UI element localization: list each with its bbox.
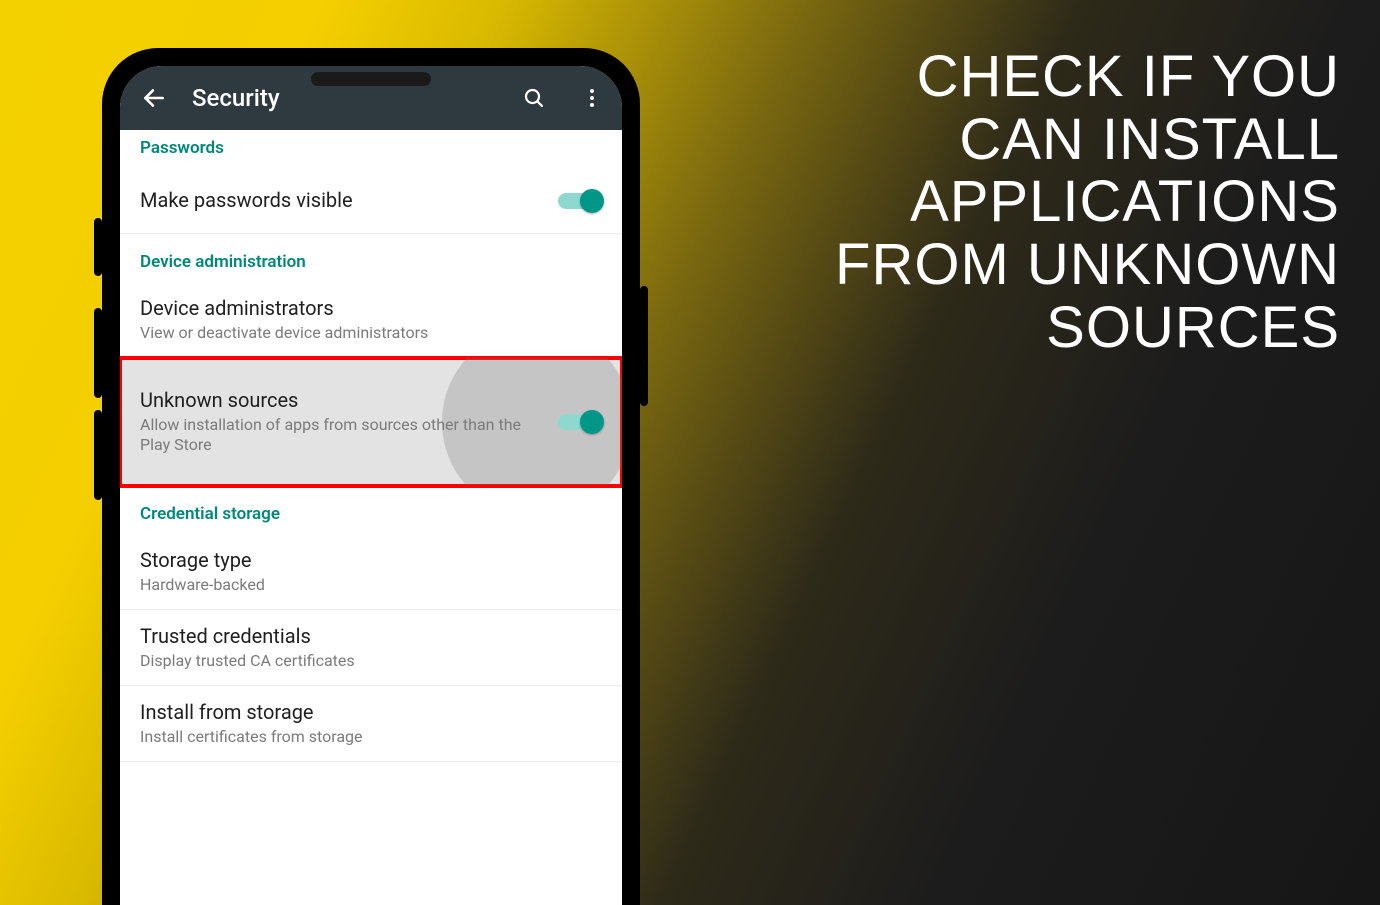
- row-title: Install from storage: [140, 700, 590, 725]
- phone-screen: Security Passwords Make pass: [120, 66, 622, 905]
- appbar: Security: [120, 66, 622, 130]
- back-button[interactable]: [134, 78, 174, 118]
- row-title: Device administrators: [140, 296, 590, 321]
- row-storage-type[interactable]: Storage type Hardware-backed: [120, 534, 622, 610]
- row-title: Storage type: [140, 548, 590, 573]
- row-subtitle: Hardware-backed: [140, 575, 590, 595]
- phone-side-button: [94, 308, 102, 398]
- toggle-unknown-sources[interactable]: [558, 410, 602, 434]
- row-subtitle: Allow installation of apps from sources …: [140, 415, 546, 455]
- phone-side-button: [640, 286, 648, 406]
- headline-text: CHECK IF YOU CAN INSTALL APPLICATIONS FR…: [835, 46, 1340, 359]
- section-passwords: Passwords: [120, 130, 622, 168]
- row-title: Unknown sources: [140, 388, 546, 413]
- row-make-passwords-visible[interactable]: Make passwords visible: [120, 168, 622, 234]
- phone-side-button: [94, 218, 102, 276]
- search-icon: [522, 86, 546, 110]
- row-unknown-sources[interactable]: Unknown sources Allow installation of ap…: [120, 358, 622, 486]
- row-subtitle: View or deactivate device administrators: [140, 323, 590, 343]
- more-vertical-icon: [580, 86, 604, 110]
- arrow-left-icon: [141, 85, 167, 111]
- row-subtitle: Display trusted CA certificates: [140, 651, 590, 671]
- search-button[interactable]: [514, 78, 554, 118]
- settings-content[interactable]: Passwords Make passwords visible Device …: [120, 130, 622, 905]
- row-install-from-storage[interactable]: Install from storage Install certificate…: [120, 686, 622, 762]
- phone-side-button: [94, 410, 102, 500]
- section-device-administration: Device administration: [120, 234, 622, 282]
- phone-frame: Security Passwords Make pass: [102, 48, 640, 905]
- row-subtitle: Install certificates from storage: [140, 727, 590, 747]
- row-trusted-credentials[interactable]: Trusted credentials Display trusted CA c…: [120, 610, 622, 686]
- row-title: Trusted credentials: [140, 624, 590, 649]
- appbar-title: Security: [192, 84, 280, 112]
- overflow-menu-button[interactable]: [572, 78, 612, 118]
- row-title: Make passwords visible: [140, 188, 546, 213]
- toggle-make-passwords-visible[interactable]: [558, 189, 602, 213]
- section-credential-storage: Credential storage: [120, 486, 622, 534]
- row-device-administrators[interactable]: Device administrators View or deactivate…: [120, 282, 622, 358]
- stage: CHECK IF YOU CAN INSTALL APPLICATIONS FR…: [0, 0, 1380, 905]
